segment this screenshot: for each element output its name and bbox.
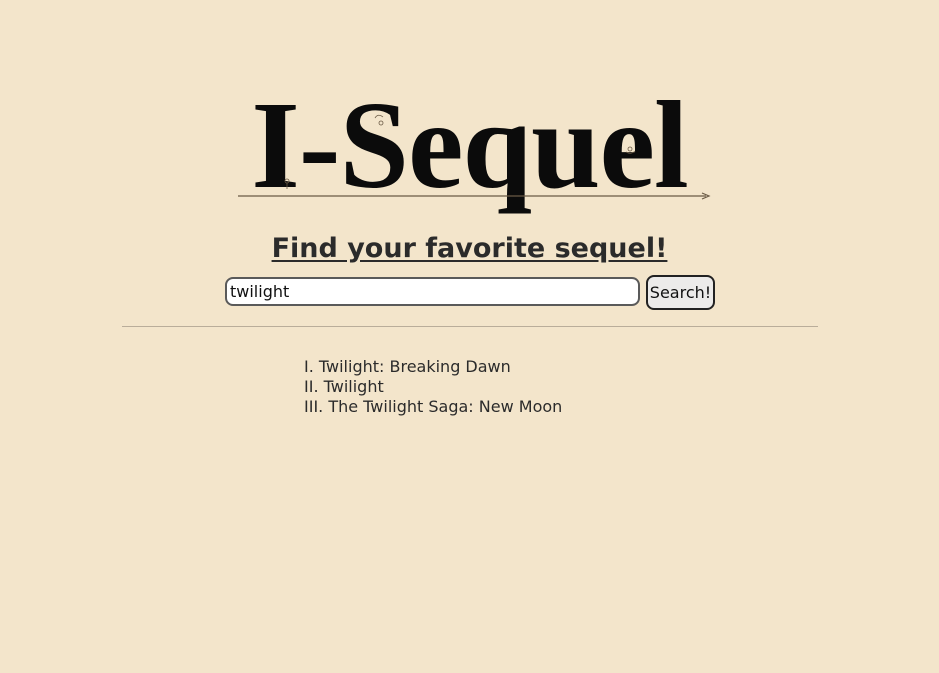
divider bbox=[122, 326, 818, 327]
result-item: II. Twilight bbox=[304, 377, 384, 396]
logo-decoration bbox=[238, 114, 711, 200]
search-button[interactable]: Search! bbox=[646, 275, 715, 310]
tagline: Find your favorite sequel! bbox=[271, 233, 668, 264]
result-item: III. The Twilight Saga: New Moon bbox=[304, 397, 563, 416]
result-item: I. Twilight: Breaking Dawn bbox=[304, 357, 511, 376]
logo: I-Sequel bbox=[0, 0, 939, 230]
results-list: I. Twilight: Breaking Dawn II. Twilight … bbox=[304, 357, 562, 417]
search-input[interactable] bbox=[225, 277, 640, 306]
